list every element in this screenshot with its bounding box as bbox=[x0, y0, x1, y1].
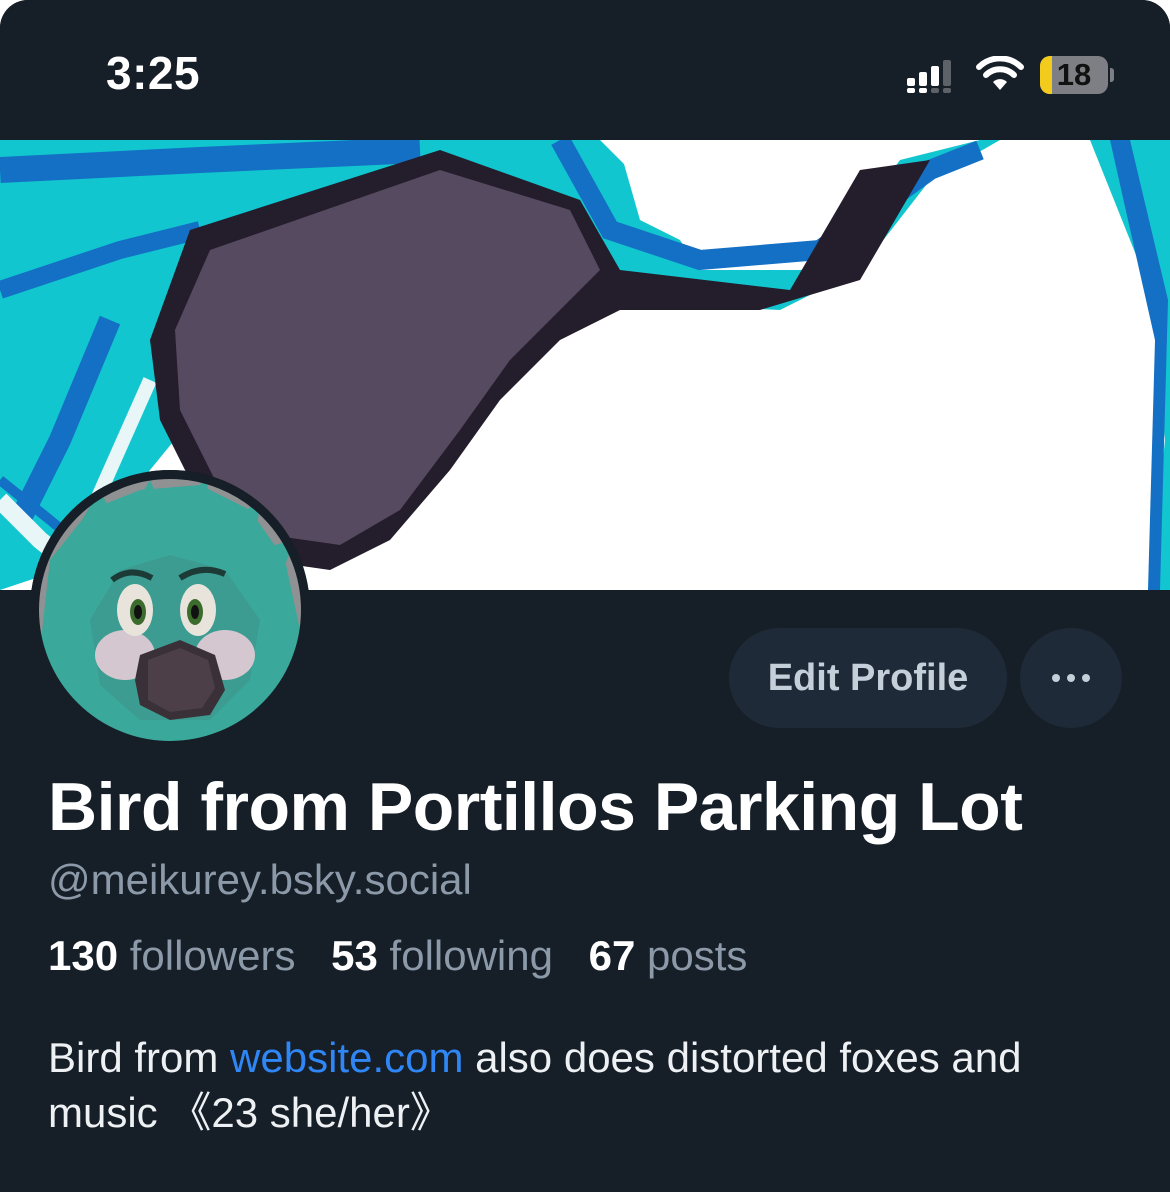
following-stat[interactable]: 53 following bbox=[331, 932, 553, 980]
profile-screen: 3:25 18 Edit Profile Bird from Portillos… bbox=[0, 0, 1170, 1192]
handle: @meikurey.bsky.social bbox=[48, 856, 472, 903]
posts-count: 67 bbox=[588, 932, 636, 979]
avatar[interactable] bbox=[30, 470, 310, 750]
more-options-button[interactable] bbox=[1020, 628, 1122, 728]
battery-cap bbox=[1110, 68, 1114, 82]
followers-count: 130 bbox=[48, 932, 119, 979]
status-bar: 3:25 18 bbox=[0, 0, 1170, 140]
posts-stat: 67 posts bbox=[589, 932, 748, 980]
followers-label: followers bbox=[129, 932, 296, 979]
bio-text-start: Bird from bbox=[48, 1034, 231, 1081]
bio: Bird from website.com also does distorte… bbox=[48, 1030, 1128, 1140]
battery-icon: 18 bbox=[1040, 56, 1108, 94]
profile-stats: 130 followers 53 following 67 posts bbox=[48, 932, 771, 980]
signal-icon bbox=[907, 60, 951, 93]
status-time: 3:25 bbox=[106, 47, 201, 99]
ellipsis-icon bbox=[1052, 674, 1090, 682]
avatar-artwork bbox=[30, 470, 310, 750]
following-label: following bbox=[389, 932, 553, 979]
bio-link[interactable]: website.com bbox=[230, 1034, 463, 1081]
posts-label: posts bbox=[647, 932, 748, 979]
wifi-icon bbox=[976, 56, 1024, 90]
display-name: Bird from Portillos Parking Lot bbox=[48, 769, 1023, 845]
battery-level: 18 bbox=[1056, 57, 1092, 92]
edit-profile-button[interactable]: Edit Profile bbox=[729, 628, 1007, 728]
following-count: 53 bbox=[331, 932, 378, 979]
followers-stat[interactable]: 130 followers bbox=[48, 932, 295, 980]
